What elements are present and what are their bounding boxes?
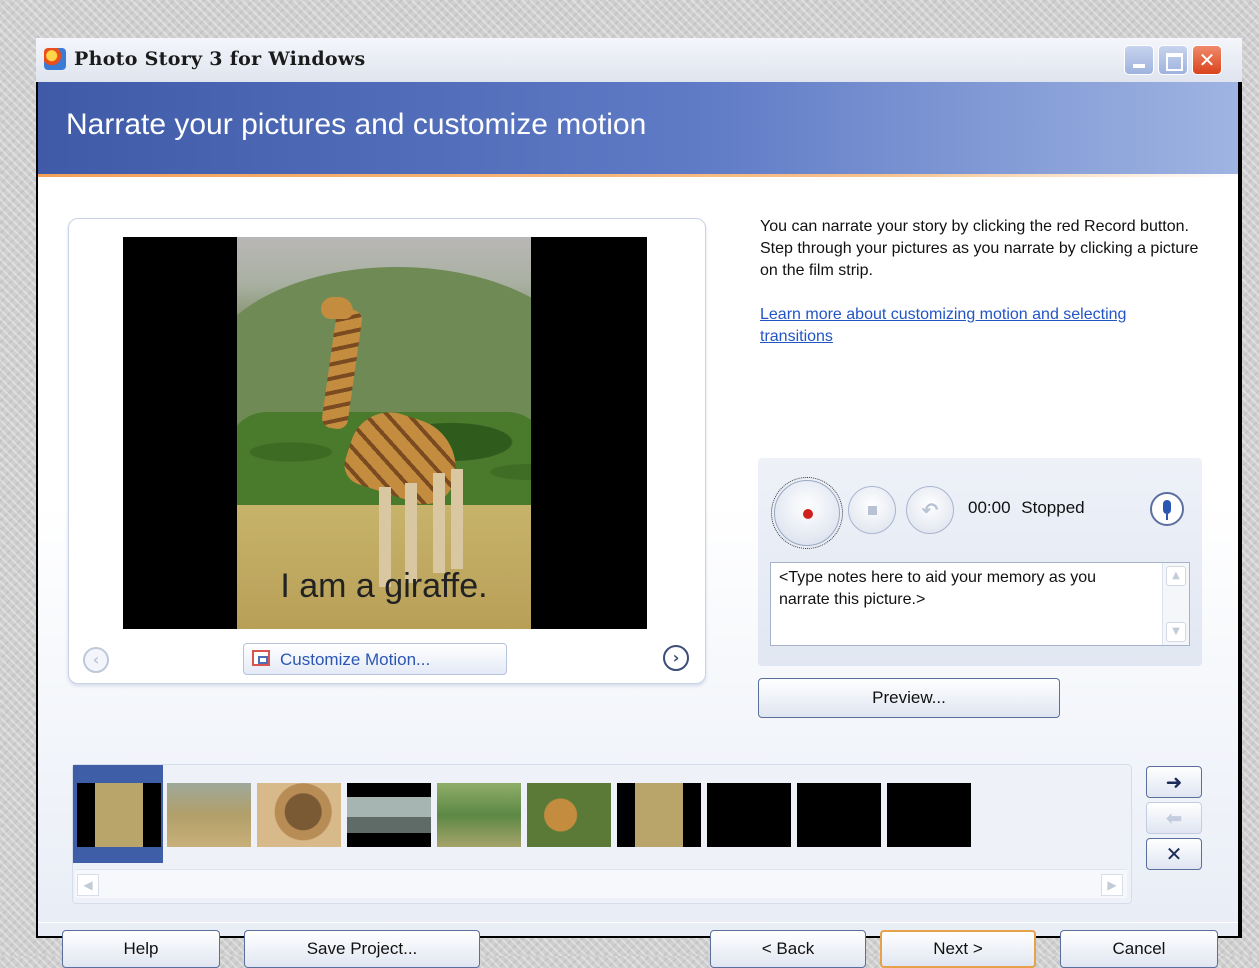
cancel-button[interactable]: Cancel (1060, 930, 1218, 968)
banner: Narrate your pictures and customize moti… (38, 82, 1238, 174)
remove-picture-button[interactable]: ✕ (1146, 838, 1202, 870)
film-strip-thumbnail[interactable] (257, 783, 341, 847)
app-icon (44, 48, 66, 70)
maximize-button[interactable] (1158, 45, 1188, 75)
scroll-left-icon[interactable]: ◀ (77, 874, 99, 896)
app-window: Photo Story 3 for Windows ✕ Narrate your… (36, 38, 1242, 968)
recording-state: Stopped (1021, 498, 1085, 517)
customize-motion-label: Customize Motion... (280, 650, 431, 669)
move-left-button[interactable]: ⬅ (1146, 802, 1202, 834)
film-strip-thumbnail[interactable] (437, 783, 521, 847)
narration-notes-field[interactable]: <Type notes here to aid your memory as y… (770, 562, 1190, 646)
back-button[interactable]: < Back (710, 930, 866, 968)
window-title: Photo Story 3 for Windows (74, 48, 366, 70)
delete-narration-button[interactable]: ↶ (906, 486, 954, 534)
scroll-up-icon[interactable]: ▲ (1166, 566, 1186, 586)
preview-panel: I am a giraffe. ‹ Customize Motion... › (68, 218, 706, 684)
arrow-left-icon: ⬅ (1165, 806, 1183, 830)
microphone-stand (1166, 514, 1168, 520)
narration-panel: ↶ 00:00 Stopped <Type notes here to aid … (758, 458, 1202, 666)
wizard-page: Narrate your pictures and customize moti… (38, 82, 1238, 968)
help-button[interactable]: Help (62, 930, 220, 968)
record-icon (803, 509, 813, 519)
scroll-down-icon[interactable]: ▼ (1166, 622, 1186, 642)
film-strip-thumbnail[interactable] (707, 783, 791, 847)
giraffe-leg (451, 469, 463, 569)
minimize-icon (1125, 46, 1153, 74)
stop-icon (868, 506, 877, 515)
maximize-icon (1159, 46, 1187, 74)
customize-motion-button[interactable]: Customize Motion... (243, 643, 507, 675)
film-strip-thumbnail[interactable] (77, 783, 161, 847)
film-strip-scrollbar[interactable]: ◀ ▶ (75, 869, 1127, 898)
film-strip-thumbnail[interactable] (167, 783, 251, 847)
giraffe-leg (433, 473, 445, 573)
learn-more-link[interactable]: Learn more about customizing motion and … (760, 304, 1200, 348)
chevron-left-icon: ‹ (92, 650, 100, 669)
notes-scrollbar[interactable]: ▲ ▼ (1162, 563, 1189, 645)
record-button[interactable] (771, 477, 843, 549)
scroll-right-icon[interactable]: ▶ (1101, 874, 1123, 896)
title-bar[interactable]: Photo Story 3 for Windows ✕ (36, 38, 1242, 82)
film-strip-thumbnail[interactable] (347, 783, 431, 847)
photo-caption: I am a giraffe. (280, 567, 488, 605)
microphone-icon (1163, 500, 1171, 514)
next-button[interactable]: Next > (880, 930, 1036, 968)
save-project-button[interactable]: Save Project... (244, 930, 480, 968)
film-strip: ◀ ▶ (72, 764, 1132, 904)
next-picture-button[interactable]: › (663, 645, 689, 671)
microphone-button[interactable] (1150, 492, 1184, 526)
film-strip-thumbnail[interactable] (887, 783, 971, 847)
remove-icon: ✕ (1165, 842, 1183, 866)
chevron-right-icon: › (672, 648, 680, 667)
film-strip-thumbnails (73, 765, 1131, 865)
preview-button[interactable]: Preview... (758, 678, 1060, 718)
move-right-button[interactable]: ➜ (1146, 766, 1202, 798)
customize-motion-icon (252, 650, 270, 666)
page-heading: Narrate your pictures and customize moti… (66, 108, 647, 141)
film-strip-thumbnail[interactable] (617, 783, 701, 847)
recording-time: 00:00 (968, 498, 1011, 517)
footer-divider (38, 922, 1238, 923)
close-icon: ✕ (1198, 48, 1216, 72)
giraffe-head (321, 297, 353, 319)
minimize-button[interactable] (1124, 45, 1154, 75)
undo-icon: ↶ (921, 498, 939, 522)
banner-accent-line (38, 174, 1238, 177)
instructions-text: You can narrate your story by clicking t… (760, 218, 1199, 279)
giraffe-photo: I am a giraffe. (237, 237, 531, 629)
previous-picture-button[interactable]: ‹ (83, 647, 109, 673)
stop-button[interactable] (848, 486, 896, 534)
recording-status: 00:00 Stopped (968, 498, 1085, 518)
notes-text[interactable]: <Type notes here to aid your memory as y… (779, 567, 1149, 611)
film-strip-thumbnail[interactable] (797, 783, 881, 847)
photo-frame: I am a giraffe. (123, 237, 647, 629)
close-button[interactable]: ✕ (1192, 45, 1222, 75)
film-strip-thumbnail[interactable] (527, 783, 611, 847)
arrow-right-icon: ➜ (1165, 770, 1183, 794)
